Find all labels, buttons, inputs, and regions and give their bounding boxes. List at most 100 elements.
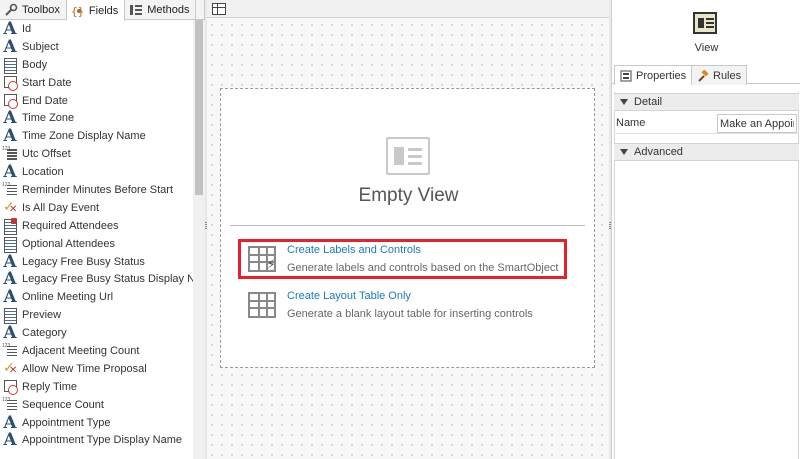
field-label: Required Attendees bbox=[22, 219, 119, 232]
view-icon bbox=[693, 12, 717, 34]
field-label: Subject bbox=[22, 40, 59, 53]
braces-icon: {} bbox=[71, 4, 85, 18]
name-input[interactable] bbox=[717, 114, 797, 133]
field-label: Location bbox=[22, 166, 64, 179]
create-layout-table-option[interactable]: Create Layout Table Only Generate a blan… bbox=[248, 288, 568, 324]
field-label: Utc Offset bbox=[22, 148, 71, 161]
text-field-icon: A bbox=[3, 36, 17, 57]
field-label: Time Zone Display Name bbox=[22, 130, 146, 143]
tab-properties[interactable]: Properties bbox=[614, 65, 693, 85]
name-label: Name bbox=[616, 117, 646, 129]
tab-methods[interactable]: Methods bbox=[125, 0, 197, 20]
table-icon bbox=[248, 292, 276, 318]
text-field-icon: A bbox=[3, 162, 17, 183]
empty-view-title: Empty View bbox=[358, 185, 459, 206]
text-field-icon: A bbox=[3, 269, 17, 290]
field-item[interactable]: Is All Day Event bbox=[0, 198, 193, 217]
bool-field-icon bbox=[2, 198, 18, 216]
field-label: Category bbox=[22, 327, 67, 340]
bool-field-icon bbox=[2, 359, 18, 377]
field-label: End Date bbox=[22, 94, 68, 107]
field-label: Reply Time bbox=[22, 380, 78, 393]
field-item[interactable]: A Online Meeting Url bbox=[0, 288, 193, 306]
properties-icon bbox=[620, 70, 632, 82]
tab-fields-label: Fields bbox=[88, 4, 119, 17]
field-item[interactable]: Preview bbox=[0, 306, 193, 325]
date-field-icon bbox=[2, 75, 18, 91]
num-field-icon bbox=[2, 343, 18, 359]
field-item[interactable]: Adjacent Meeting Count bbox=[0, 342, 193, 360]
text-field-icon: A bbox=[3, 287, 17, 308]
section-detail-label: Detail bbox=[634, 96, 663, 108]
field-item[interactable]: A Location bbox=[0, 163, 193, 181]
field-label: Is All Day Event bbox=[22, 201, 100, 214]
field-item[interactable]: Sequence Count bbox=[0, 396, 193, 414]
collapse-triangle-icon bbox=[620, 99, 628, 105]
field-item[interactable]: A Appointment Type Display Name bbox=[0, 431, 193, 449]
tab-properties-label: Properties bbox=[636, 69, 687, 82]
field-label: Id bbox=[22, 22, 32, 35]
field-item[interactable]: Body bbox=[0, 56, 193, 74]
field-item[interactable]: A Appointment Type bbox=[0, 414, 193, 432]
view-placeholder-icon bbox=[386, 137, 430, 175]
name-property-row: Name bbox=[614, 112, 799, 134]
field-label: Optional Attendees bbox=[22, 237, 115, 250]
section-advanced[interactable]: Advanced bbox=[614, 143, 799, 161]
field-label: Online Meeting Url bbox=[22, 291, 114, 304]
field-item[interactable]: A Time Zone bbox=[0, 109, 193, 127]
text-field-icon: A bbox=[3, 251, 17, 272]
field-item[interactable]: A Time Zone Display Name bbox=[0, 127, 193, 145]
field-label: Appointment Type bbox=[22, 416, 111, 429]
memo-field-icon bbox=[2, 236, 18, 253]
multi-field-icon bbox=[2, 217, 18, 235]
num-field-icon bbox=[2, 397, 18, 413]
text-field-icon: A bbox=[3, 323, 17, 344]
section-advanced-label: Advanced bbox=[634, 146, 683, 158]
field-label: Legacy Free Busy Status bbox=[22, 255, 145, 268]
layout-table-icon[interactable] bbox=[212, 3, 226, 15]
field-label: Adjacent Meeting Count bbox=[22, 344, 140, 357]
scrollbar-thumb[interactable] bbox=[195, 20, 203, 195]
text-field-icon: A bbox=[3, 20, 17, 39]
field-label: Allow New Time Proposal bbox=[22, 362, 147, 375]
field-item[interactable]: Allow New Time Proposal bbox=[0, 359, 193, 378]
field-item[interactable]: A Subject bbox=[0, 38, 193, 56]
text-field-icon: A bbox=[3, 412, 17, 433]
create-layout-table-link[interactable]: Create Layout Table Only bbox=[287, 290, 411, 302]
memo-field-icon bbox=[2, 57, 18, 74]
canvas-toolbar bbox=[207, 0, 609, 18]
field-item[interactable]: A Legacy Free Busy Status bbox=[0, 253, 193, 271]
tab-rules-label: Rules bbox=[713, 69, 742, 82]
section-detail[interactable]: Detail bbox=[614, 93, 799, 111]
field-item[interactable]: Reply Time bbox=[0, 378, 193, 396]
field-item[interactable]: End Date bbox=[0, 92, 193, 110]
divider bbox=[230, 225, 585, 226]
field-item[interactable]: A Legacy Free Busy Status Display Na... bbox=[0, 270, 193, 288]
field-item[interactable]: Required Attendees bbox=[0, 217, 193, 235]
field-label: Preview bbox=[22, 309, 62, 322]
field-item[interactable]: A Id bbox=[0, 20, 193, 38]
field-item[interactable]: Utc Offset bbox=[0, 145, 193, 163]
view-label: View bbox=[694, 42, 719, 54]
tab-toolbox[interactable]: Toolbox bbox=[0, 0, 67, 20]
field-item[interactable]: Start Date bbox=[0, 74, 193, 92]
field-label: Sequence Count bbox=[22, 398, 104, 411]
field-item[interactable]: Optional Attendees bbox=[0, 235, 193, 253]
tab-rules[interactable]: Rules bbox=[691, 65, 748, 85]
property-tabs: Properties Rules bbox=[612, 64, 800, 85]
methods-icon bbox=[129, 3, 143, 17]
tab-fields[interactable]: {} Fields bbox=[66, 0, 126, 21]
text-field-icon: A bbox=[3, 430, 17, 451]
field-item[interactable]: A Category bbox=[0, 324, 193, 342]
memo-field-icon bbox=[2, 307, 18, 325]
field-label: Start Date bbox=[22, 76, 72, 89]
field-list-scrollbar[interactable] bbox=[193, 20, 205, 459]
field-label: Body bbox=[22, 58, 48, 71]
field-label: Appointment Type Display Name bbox=[22, 434, 182, 447]
field-item[interactable]: Reminder Minutes Before Start bbox=[0, 181, 193, 199]
highlight-box bbox=[238, 239, 567, 279]
left-panel: Toolbox {} Fields Methods A Id A Subject Bod… bbox=[0, 0, 205, 459]
create-layout-table-desc: Generate a blank layout table for insert… bbox=[287, 308, 533, 320]
empty-view-panel: Empty View Create Labels and Controls Ge… bbox=[220, 88, 595, 368]
field-label: Reminder Minutes Before Start bbox=[22, 183, 174, 196]
